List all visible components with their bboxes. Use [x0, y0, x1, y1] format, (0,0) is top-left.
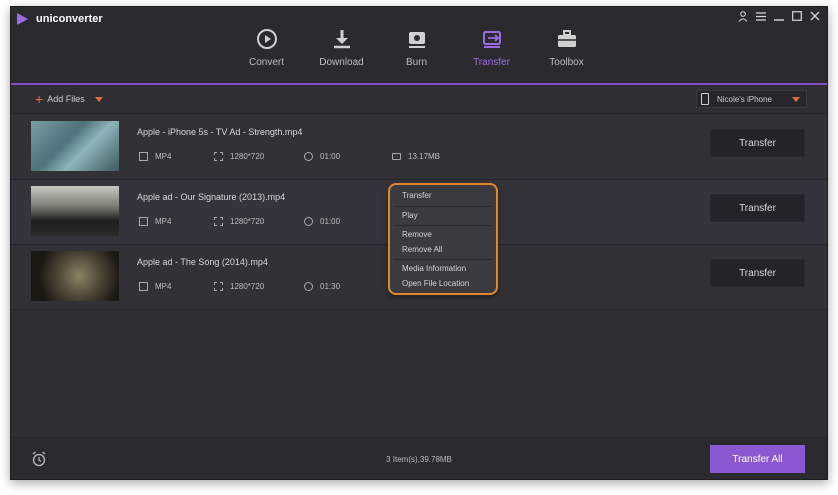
tab-transfer[interactable]: Transfer	[454, 7, 529, 85]
menu-item-media-information[interactable]: Media Information	[394, 262, 492, 277]
play-logo-icon	[17, 13, 28, 25]
window-controls	[737, 9, 821, 23]
tab-toolbox-label: Toolbox	[549, 57, 584, 68]
add-files-button[interactable]: + Add Files	[35, 91, 103, 107]
add-files-label: Add Files	[47, 94, 85, 104]
file-name: Apple ad - Our Signature (2013).mp4	[137, 192, 286, 202]
clock-icon	[304, 282, 313, 291]
burn-icon	[405, 27, 429, 51]
tab-transfer-label: Transfer	[473, 57, 510, 68]
resolution-icon	[214, 217, 223, 226]
transfer-button[interactable]: Transfer	[710, 129, 805, 157]
file-duration: 01:30	[320, 282, 341, 291]
tab-convert[interactable]: Convert	[229, 7, 304, 85]
file-format: MP4	[155, 152, 172, 161]
tab-download-label: Download	[319, 57, 364, 68]
file-duration: 01:00	[320, 152, 341, 161]
brand: uniconverter	[17, 13, 103, 25]
transfer-all-button[interactable]: Transfer All	[710, 445, 805, 473]
title-bar: uniconverter Convert Download Burn Trans…	[11, 7, 827, 85]
tab-burn-label: Burn	[405, 57, 428, 68]
menu-item-transfer[interactable]: Transfer	[394, 189, 492, 204]
resolution-icon	[214, 152, 223, 161]
resolution-icon	[214, 282, 223, 291]
convert-icon	[255, 27, 279, 51]
file-meta: MP4 1280*720 01:00 13.17MB	[139, 152, 440, 161]
menu-divider	[394, 259, 492, 260]
device-name: Nicole's iPhone	[717, 94, 772, 104]
file-meta: MP4 1280*720 01:30	[139, 282, 392, 291]
file-name: Apple ad - The Song (2014).mp4	[137, 257, 268, 267]
plus-icon: +	[35, 91, 44, 107]
main-nav: Convert Download Burn Transfer Toolbox	[229, 7, 604, 85]
tab-toolbox[interactable]: Toolbox	[529, 7, 604, 85]
menu-divider	[394, 205, 492, 207]
transfer-icon	[480, 27, 504, 51]
download-icon	[330, 27, 354, 51]
transfer-button[interactable]: Transfer	[710, 194, 805, 222]
footer: 3 Item(s),39.78MB Transfer All	[11, 437, 827, 479]
film-icon	[139, 282, 148, 291]
context-menu: Transfer Play Remove Remove All Media In…	[388, 183, 498, 295]
file-name: Apple - iPhone 5s - TV Ad - Strength.mp4	[137, 127, 303, 137]
maximize-icon[interactable]	[791, 9, 803, 23]
file-meta: MP4 1280*720 01:00	[139, 217, 392, 226]
film-icon	[139, 152, 148, 161]
file-resolution: 1280*720	[230, 282, 265, 291]
menu-item-play[interactable]: Play	[394, 209, 492, 224]
transfer-button[interactable]: Transfer	[710, 259, 805, 287]
tab-download[interactable]: Download	[304, 7, 379, 85]
chevron-down-icon	[792, 96, 800, 102]
file-row[interactable]: Apple - iPhone 5s - TV Ad - Strength.mp4…	[11, 115, 827, 180]
tab-convert-label: Convert	[248, 57, 284, 68]
menu-item-remove[interactable]: Remove	[394, 228, 492, 243]
menu-item-remove-all[interactable]: Remove All	[394, 243, 492, 258]
app-name: uniconverter	[36, 13, 103, 25]
file-format: MP4	[155, 217, 172, 226]
close-icon[interactable]	[809, 9, 821, 23]
clock-icon	[304, 217, 313, 226]
chevron-down-icon[interactable]	[94, 96, 103, 102]
toolbox-icon	[555, 27, 579, 51]
minimize-icon[interactable]	[773, 9, 785, 23]
app-window: uniconverter Convert Download Burn Trans…	[10, 6, 828, 480]
film-icon	[139, 217, 148, 226]
file-size: 13.17MB	[408, 152, 441, 161]
file-resolution: 1280*720	[230, 217, 265, 226]
user-icon[interactable]	[737, 9, 749, 23]
file-resolution: 1280*720	[230, 152, 265, 161]
clock-icon	[304, 152, 313, 161]
menu-item-open-file-location[interactable]: Open File Location	[394, 277, 492, 292]
device-select[interactable]: Nicole's iPhone	[696, 90, 807, 108]
menu-divider	[394, 225, 492, 226]
video-thumbnail[interactable]	[31, 251, 119, 301]
video-thumbnail[interactable]	[31, 186, 119, 236]
tab-burn[interactable]: Burn	[379, 7, 454, 85]
toolbar: + Add Files Nicole's iPhone	[11, 87, 827, 114]
phone-icon	[701, 93, 709, 105]
file-format: MP4	[155, 282, 172, 291]
menu-icon[interactable]	[755, 9, 767, 23]
item-count: 3 Item(s),39.78MB	[386, 455, 452, 464]
video-thumbnail[interactable]	[31, 121, 119, 171]
folder-icon	[392, 153, 401, 160]
file-duration: 01:00	[320, 217, 341, 226]
